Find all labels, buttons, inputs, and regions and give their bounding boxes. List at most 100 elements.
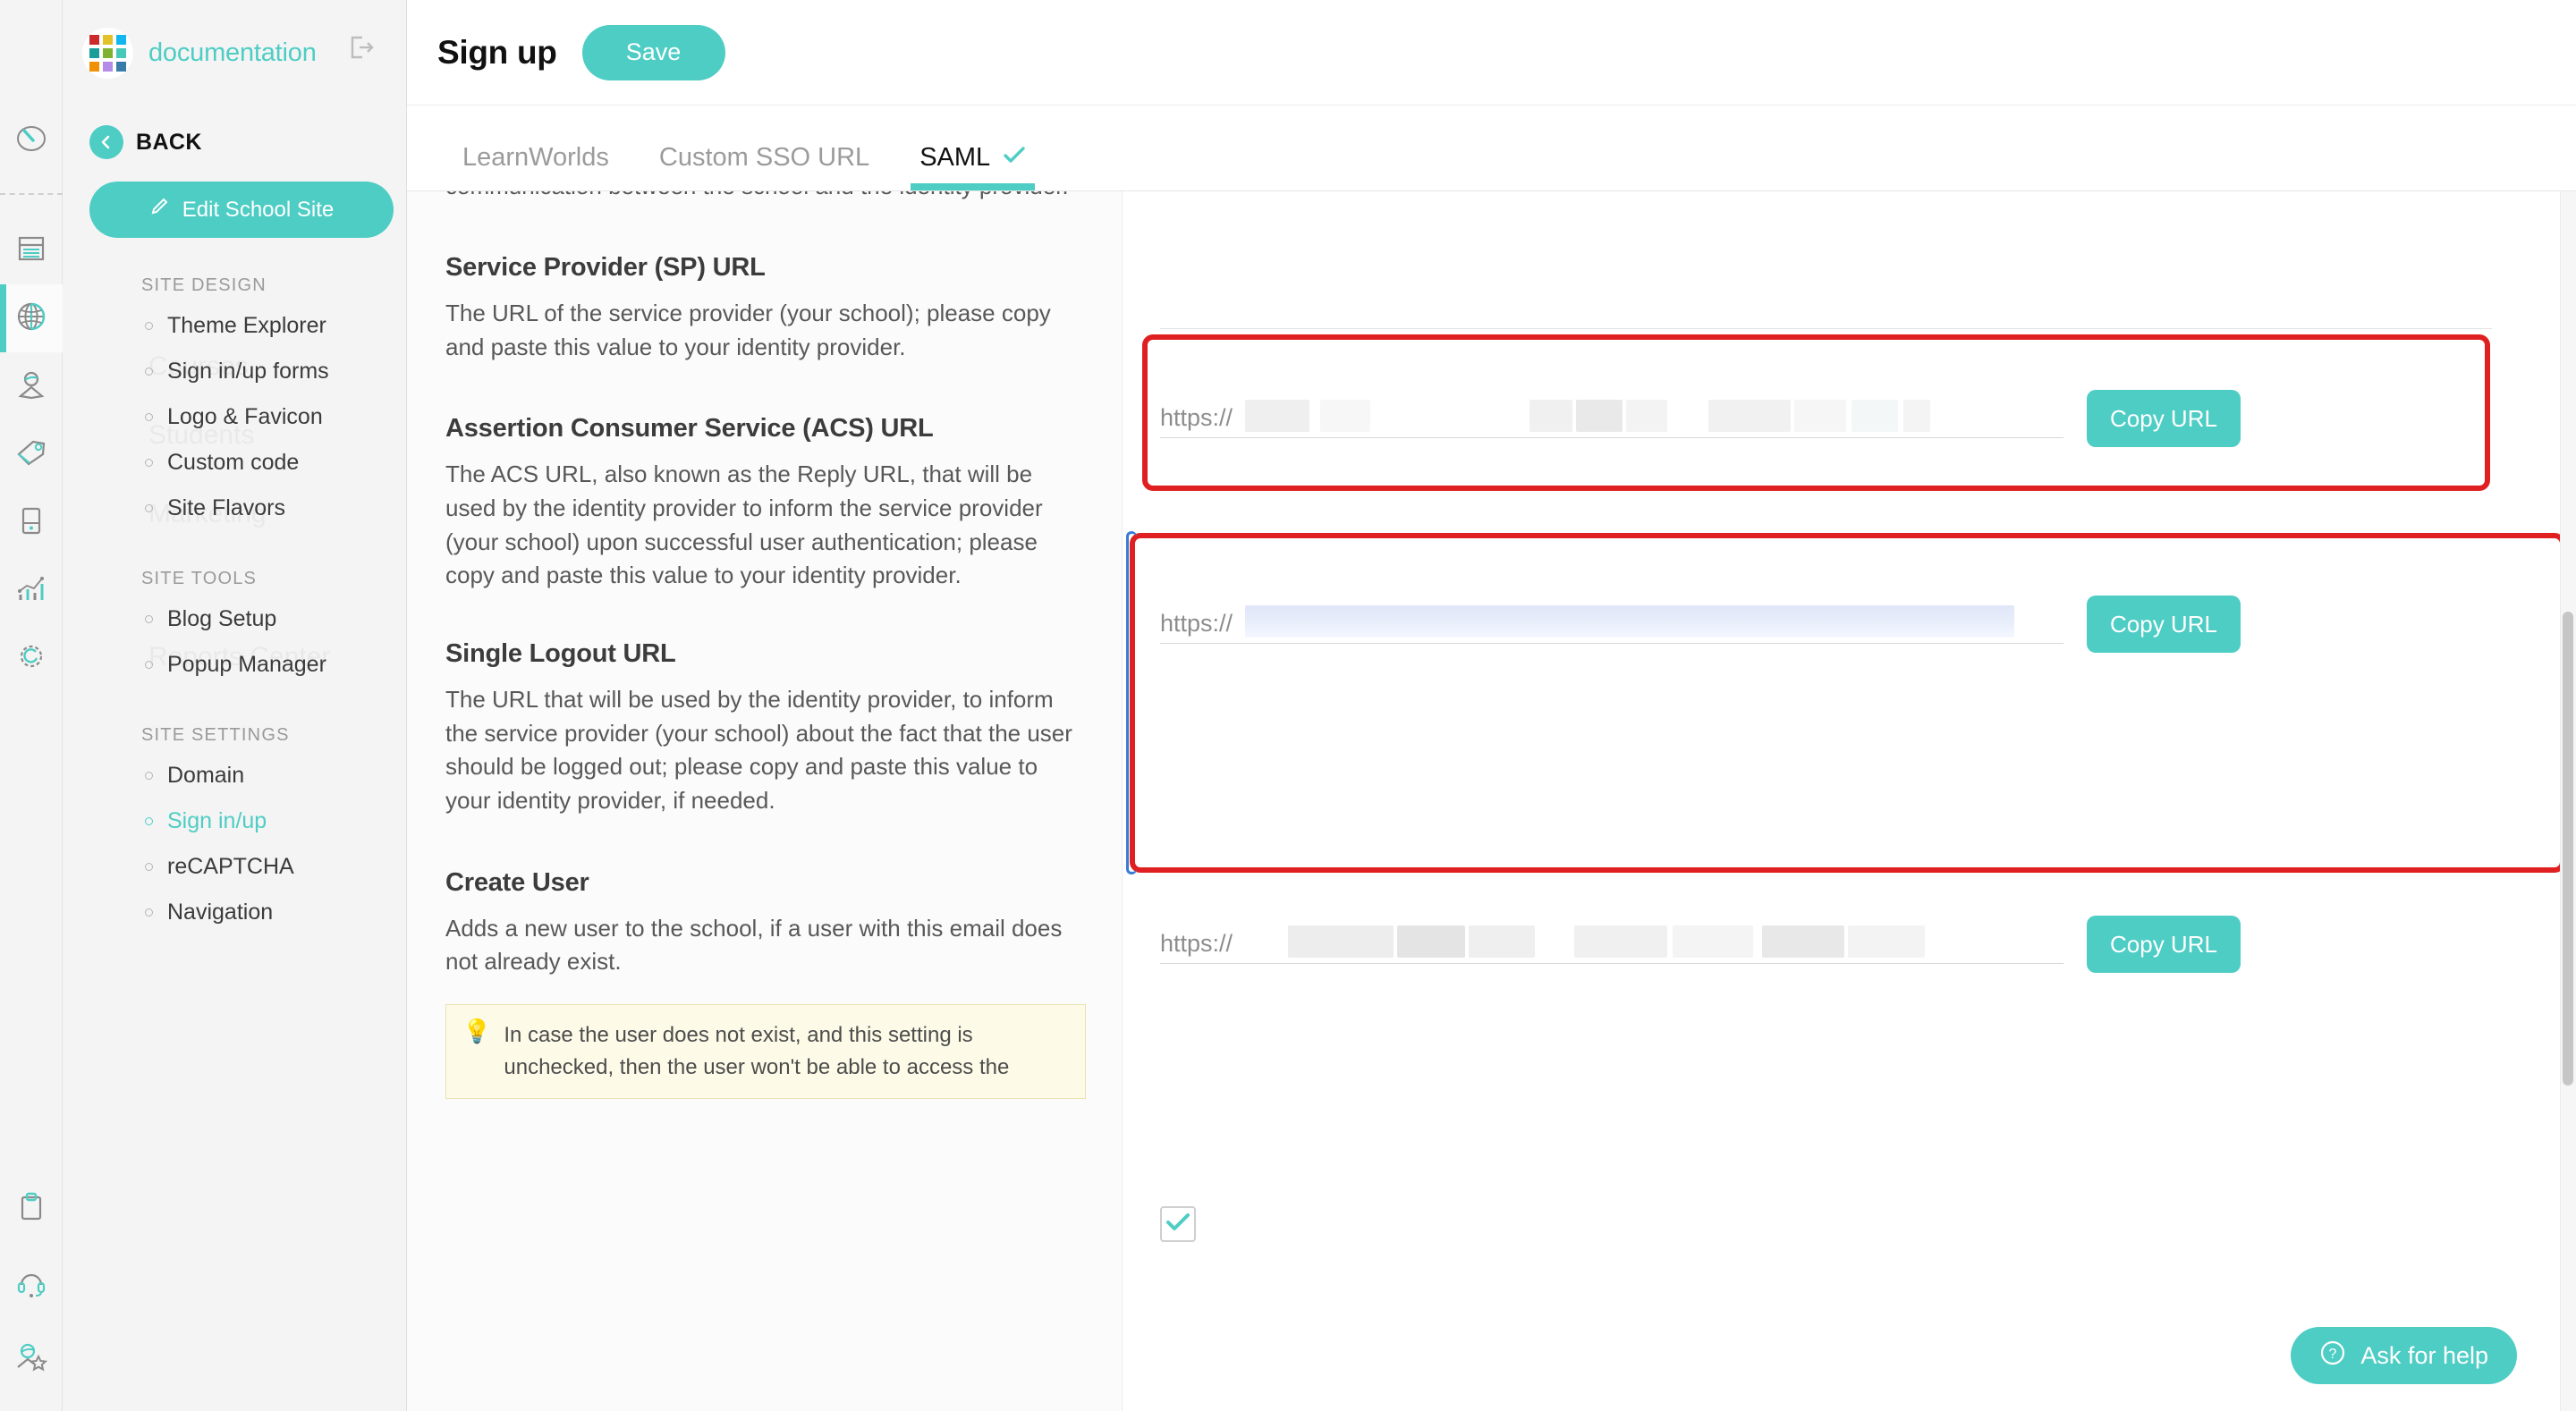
tab-custom-sso-url[interactable]: Custom SSO URL — [634, 143, 894, 190]
rail-icon-mobile-app[interactable] — [0, 488, 63, 556]
bullet-icon — [145, 863, 153, 871]
rail-icon-pricing-tag[interactable] — [0, 420, 63, 488]
sidebar-item-label: Sign in/up — [167, 808, 267, 833]
rail-divider — [0, 193, 63, 195]
users-icon — [14, 368, 48, 406]
rail-icon-site-globe[interactable] — [0, 284, 63, 352]
affiliate-star-icon — [13, 1340, 49, 1379]
rail-icon-dashboard-gauge[interactable] — [0, 106, 63, 173]
bullet-icon — [145, 504, 153, 512]
logo-cell-6 — [89, 61, 99, 72]
settings-gear-icon — [13, 638, 49, 679]
create-user-title: Create User — [445, 867, 589, 897]
logo-cell-0 — [89, 34, 99, 45]
slo-url-scheme: https:// — [1160, 929, 1233, 957]
main-scrollbar-thumb[interactable] — [2563, 612, 2573, 1086]
tab-check-icon — [1003, 143, 1026, 173]
sp-url-scheme: https:// — [1160, 403, 1233, 431]
logout-icon[interactable] — [348, 34, 375, 65]
field-label-acs-url: Assertion Consumer Service (ACS) URL The… — [445, 414, 1086, 593]
sidebar-item-site-flavors[interactable]: Site Flavors — [63, 486, 406, 531]
create-user-tip: 💡 In case the user does not exist, and t… — [445, 1004, 1086, 1100]
sidebar-item-theme-explorer[interactable]: Theme Explorer — [63, 303, 406, 349]
pencil-icon — [149, 196, 171, 224]
logo-cell-2 — [116, 34, 126, 45]
bullet-icon — [145, 459, 153, 467]
tab-label: LearnWorlds — [462, 143, 609, 172]
tip-line-1: In case the user does not exist, and thi… — [504, 1023, 973, 1048]
sidebar-item-navigation[interactable]: Navigation — [63, 890, 406, 935]
acs-url-desc: The ACS URL, also known as the Reply URL… — [445, 460, 1043, 589]
tab-learnworlds[interactable]: LearnWorlds — [437, 143, 634, 190]
tab-saml[interactable]: SAML — [894, 143, 1051, 190]
sidebar-item-label: reCAPTCHA — [167, 854, 294, 879]
ask-for-help-label: Ask for help — [2360, 1341, 2488, 1369]
controls-column: https:// Copy URL https:// Copy URL http… — [1123, 191, 2576, 1411]
sidebar-item-label: Navigation — [167, 900, 274, 925]
logo-cell-4 — [103, 47, 113, 58]
rail-icon-settings-gear[interactable] — [0, 624, 63, 692]
pages-icon — [14, 232, 48, 270]
logo-cell-1 — [103, 34, 113, 45]
sidebar-item-label: Theme Explorer — [167, 313, 326, 338]
ask-for-help-button[interactable]: ? Ask for help — [2291, 1327, 2517, 1384]
sidebar-item-custom-code[interactable]: Custom code — [63, 440, 406, 486]
rail-icon-affiliate-star[interactable] — [0, 1325, 63, 1393]
sidebar-item-logo-favicon[interactable]: Logo & Favicon — [63, 394, 406, 440]
acs-url-copy-button[interactable]: Copy URL — [2087, 596, 2241, 653]
field-label-slo-url: Single Logout URL The URL that will be u… — [445, 639, 1086, 818]
sp-url-row: https:// Copy URL — [1123, 390, 2576, 447]
create-user-checkbox[interactable] — [1160, 1206, 1196, 1242]
sidebar-body: CoursesStudentsMarketingReports Center B… — [63, 106, 406, 935]
acs-url-highlight-box — [1130, 533, 2565, 873]
tab-label: Custom SSO URL — [658, 143, 870, 172]
sidebar-item-recaptcha[interactable]: reCAPTCHA — [63, 844, 406, 890]
slo-url-row: https:// Copy URL — [1123, 916, 2576, 973]
nav-group-title-1: SITE TOOLS — [141, 569, 258, 588]
main-scrollbar-track[interactable] — [2560, 191, 2576, 1411]
sidebar-item-sign-in-up-forms[interactable]: Sign in/up forms — [63, 349, 406, 394]
create-user-tip-text: In case the user does not exist, and thi… — [504, 1019, 1009, 1084]
rail-icon-pages[interactable] — [0, 216, 63, 284]
svg-text:?: ? — [2329, 1347, 2337, 1362]
sidebar-nav: SITE DESIGN Theme Explorer Sign in/up form… — [63, 275, 406, 935]
back-button[interactable]: BACK — [63, 106, 406, 159]
content-area: communication between the school and the… — [407, 191, 2576, 1411]
logo-cell-3 — [89, 47, 99, 58]
app-root: documentation CoursesStudentsMarketingRe… — [0, 0, 2576, 1411]
rail-icon-clipboard[interactable] — [0, 1175, 63, 1243]
brand-bar: documentation — [63, 0, 406, 106]
slo-url-input[interactable]: https:// — [1160, 925, 2063, 964]
edit-school-site-button[interactable]: Edit School Site — [89, 182, 394, 238]
slo-url-title: Single Logout URL — [445, 639, 676, 669]
brand-logo[interactable] — [82, 27, 133, 79]
sidebar-item-popup-manager[interactable]: Popup Manager — [63, 642, 406, 688]
brand-name: documentation — [148, 38, 317, 67]
sp-url-input[interactable]: https:// — [1160, 399, 2063, 438]
analytics-chart-icon — [13, 571, 49, 610]
create-user-row — [1123, 1206, 2576, 1242]
slo-url-copy-button[interactable]: Copy URL — [2087, 916, 2241, 973]
sp-url-copy-button[interactable]: Copy URL — [2087, 390, 2241, 447]
divider-top — [1160, 328, 2492, 329]
acs-url-scheme: https:// — [1160, 609, 1233, 637]
sp-url-desc: The URL of the service provider (your sc… — [445, 299, 1051, 360]
acs-url-masked-value — [1234, 604, 2063, 638]
sidebar-item-domain[interactable]: Domain — [63, 753, 406, 798]
sidebar: documentation CoursesStudentsMarketingRe… — [63, 0, 407, 1411]
save-button[interactable]: Save — [581, 24, 725, 80]
bullet-icon — [145, 615, 153, 623]
logo-grid-icon — [89, 34, 126, 72]
sidebar-item-blog-setup[interactable]: Blog Setup — [63, 596, 406, 642]
acs-url-input[interactable]: https:// — [1160, 604, 2063, 644]
sidebar-item-sign-in-up[interactable]: Sign in/up — [63, 798, 406, 844]
rail-icon-analytics-chart[interactable] — [0, 556, 63, 624]
back-label: BACK — [136, 129, 202, 155]
acs-url-focus-outline — [1126, 531, 1137, 874]
bullet-icon — [145, 413, 153, 421]
rail-icon-users[interactable] — [0, 352, 63, 420]
mobile-app-icon — [14, 503, 48, 542]
tab-label: SAML — [919, 143, 991, 172]
question-circle-icon: ? — [2319, 1339, 2346, 1373]
rail-icon-support-headset[interactable] — [0, 1250, 63, 1318]
